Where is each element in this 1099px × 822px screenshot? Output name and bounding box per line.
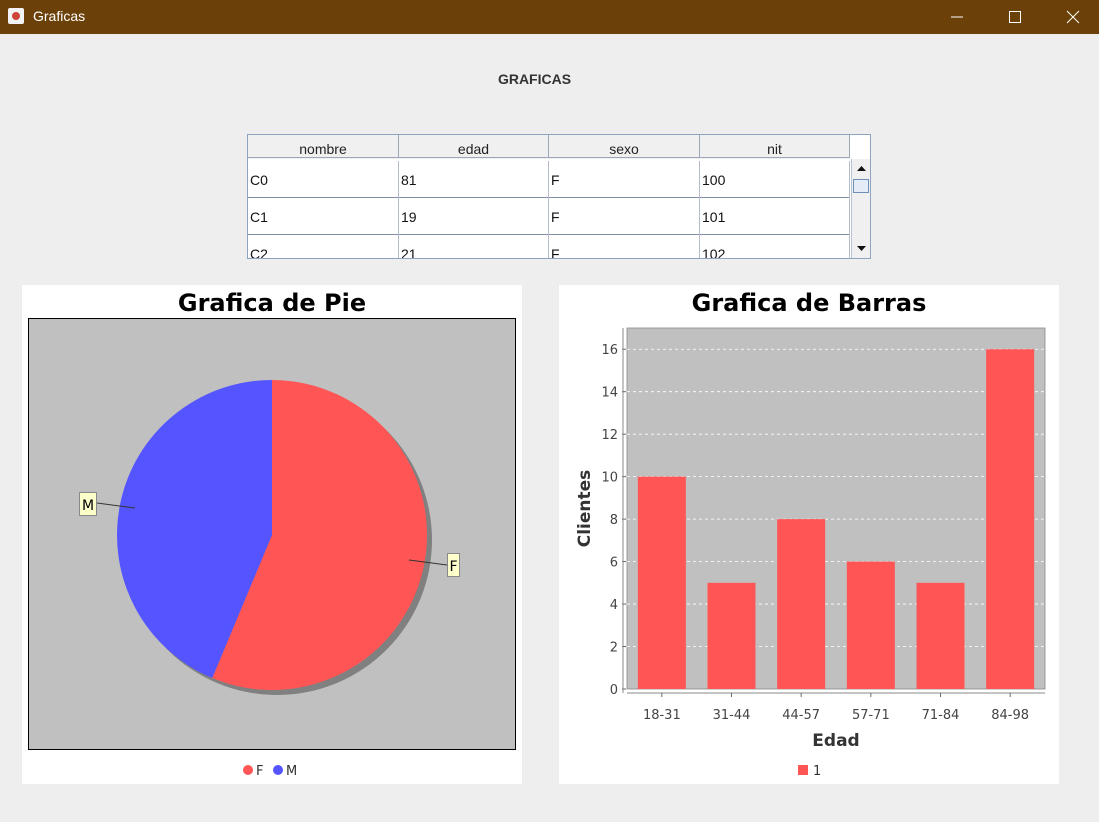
bar-chart-panel: Grafica de Barras 0 2 4 6 8 10 12 14 16 18-31 31-44… bbox=[559, 285, 1059, 784]
page-title: GRAFICAS bbox=[497, 71, 572, 87]
scroll-down-arrow-icon[interactable] bbox=[854, 240, 869, 256]
window-title: Graficas bbox=[33, 8, 86, 24]
table-header: nombre edad sexo nit bbox=[248, 135, 850, 159]
cell-nombre: C2 bbox=[248, 235, 399, 258]
y-tick-label: 4 bbox=[610, 598, 618, 613]
bar-chart-title: Grafica de Barras bbox=[692, 289, 927, 317]
minimize-icon bbox=[951, 16, 963, 18]
legend-swatch-series-1 bbox=[798, 765, 808, 775]
title-bar: Graficas bbox=[0, 0, 1099, 34]
vertical-scrollbar[interactable] bbox=[851, 159, 870, 258]
y-tick-label: 16 bbox=[601, 343, 618, 358]
y-tick-label: 10 bbox=[601, 471, 618, 486]
close-button[interactable] bbox=[1044, 0, 1099, 34]
cell-edad: 21 bbox=[399, 235, 549, 258]
legend-swatch-f bbox=[243, 765, 253, 775]
maximize-button[interactable] bbox=[986, 0, 1044, 34]
bar-plot-area bbox=[626, 327, 1046, 690]
y-tick-label: 2 bbox=[610, 641, 618, 656]
legend-swatch-m bbox=[273, 765, 283, 775]
cell-nit: 102 bbox=[700, 235, 850, 258]
y-axis-label: Clientes bbox=[575, 470, 595, 548]
java-app-icon bbox=[8, 8, 24, 24]
cell-sexo: F bbox=[549, 198, 700, 235]
bar-31-44 bbox=[707, 582, 756, 689]
bar-71-84 bbox=[916, 582, 965, 689]
minimize-button[interactable] bbox=[928, 0, 986, 34]
y-tick-label: 6 bbox=[610, 556, 618, 571]
pie-label-m: M bbox=[82, 498, 94, 514]
y-tick-label: 12 bbox=[601, 428, 618, 443]
bar-84-98 bbox=[986, 349, 1035, 689]
x-tick-label: 44-57 bbox=[782, 708, 820, 723]
cell-nit: 101 bbox=[700, 198, 850, 235]
scroll-up-arrow-icon[interactable] bbox=[854, 161, 869, 177]
pie-chart-title: Grafica de Pie bbox=[178, 289, 366, 317]
legend-label-m: M bbox=[286, 764, 297, 779]
cell-nit: 100 bbox=[700, 161, 850, 198]
close-icon bbox=[1066, 10, 1080, 24]
clients-table[interactable]: nombre edad sexo nit C0 81 F 100 C1 19 F… bbox=[247, 134, 871, 259]
y-tick-label: 0 bbox=[610, 683, 618, 698]
cell-sexo: F bbox=[549, 235, 700, 258]
bar-44-57 bbox=[777, 519, 826, 689]
bar-57-71 bbox=[846, 561, 895, 689]
bar-chart: Grafica de Barras 0 2 4 6 8 10 12 14 16 18-31 31-44… bbox=[575, 289, 1046, 779]
column-header-nit[interactable]: nit bbox=[700, 135, 850, 158]
legend-label-series-1: 1 bbox=[813, 764, 821, 779]
column-header-edad[interactable]: edad bbox=[399, 135, 549, 158]
x-axis-label: Edad bbox=[812, 731, 859, 751]
cell-nombre: C1 bbox=[248, 198, 399, 235]
table-row[interactable]: C2 21 F 102 bbox=[248, 235, 850, 258]
scroll-thumb[interactable] bbox=[853, 179, 869, 193]
cell-nombre: C0 bbox=[248, 161, 399, 198]
column-header-sexo[interactable]: sexo bbox=[549, 135, 700, 158]
bar-18-31 bbox=[637, 476, 686, 689]
pie-chart: Grafica de Pie M F F M bbox=[28, 289, 516, 779]
legend-label-f: F bbox=[256, 764, 263, 779]
x-tick-label: 71-84 bbox=[922, 708, 960, 723]
table-row[interactable]: C1 19 F 101 bbox=[248, 198, 850, 235]
table-row[interactable]: C0 81 F 100 bbox=[248, 161, 850, 198]
x-tick-label: 57-71 bbox=[852, 708, 890, 723]
x-tick-label: 84-98 bbox=[991, 708, 1029, 723]
cell-edad: 19 bbox=[399, 198, 549, 235]
y-tick-label: 14 bbox=[601, 386, 618, 401]
pie-chart-panel: Grafica de Pie M F F M bbox=[22, 285, 522, 784]
pie-label-f: F bbox=[449, 559, 457, 575]
y-tick-label: 8 bbox=[610, 513, 618, 528]
x-tick-label: 31-44 bbox=[713, 708, 751, 723]
cell-sexo: F bbox=[549, 161, 700, 198]
column-header-nombre[interactable]: nombre bbox=[248, 135, 399, 158]
cell-edad: 81 bbox=[399, 161, 549, 198]
maximize-icon bbox=[1009, 11, 1021, 23]
x-tick-label: 18-31 bbox=[643, 708, 681, 723]
